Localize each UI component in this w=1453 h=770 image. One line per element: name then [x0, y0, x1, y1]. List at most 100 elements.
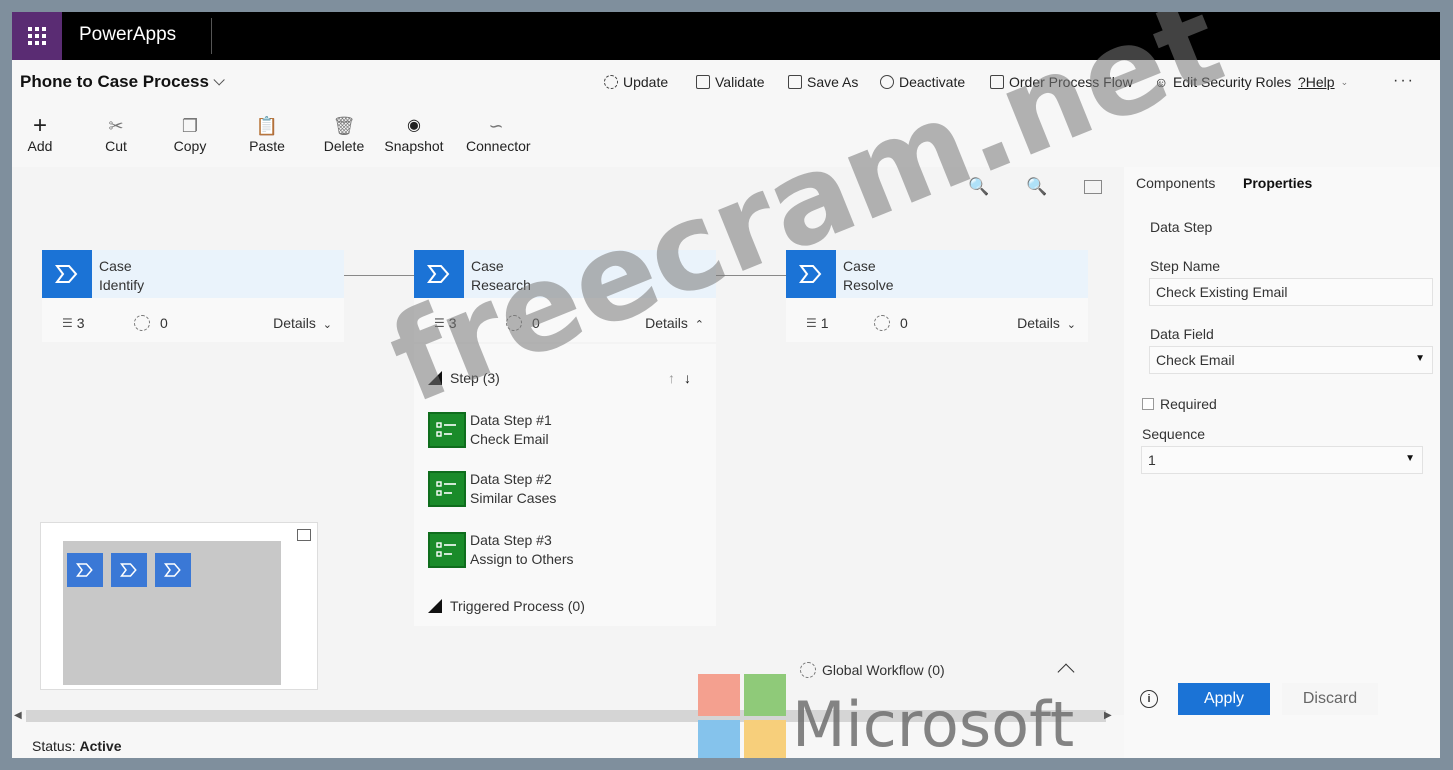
data-field-value: Check Email [1156, 352, 1235, 368]
more-options-icon[interactable]: ··· [1393, 72, 1415, 90]
details-toggle[interactable]: Details ⌄ [273, 315, 332, 331]
data-field-select[interactable]: Check Email ▼ [1149, 346, 1433, 374]
dropdown-arrow-icon: ▼ [1405, 453, 1415, 464]
data-step-2[interactable]: Data Step #2 Similar Cases [428, 469, 698, 513]
validate-label: Validate [715, 74, 765, 90]
order-process-flow-label: Order Process Flow [1009, 74, 1133, 90]
add-button[interactable]: + Add [12, 112, 70, 155]
app-name[interactable]: PowerApps [79, 24, 176, 46]
help-label: ?Help [1298, 74, 1335, 90]
steps-section-header[interactable]: Step (3) [428, 370, 500, 386]
help-button[interactable]: ?Help ⌄ [1298, 74, 1348, 90]
minimap-stage-icon [155, 553, 191, 587]
deactivate-button[interactable]: Deactivate [880, 74, 965, 90]
stage-name-label: Identify [99, 277, 145, 293]
sequence-select[interactable]: 1 ▼ [1141, 446, 1423, 474]
delete-label: Delete [323, 138, 365, 154]
stage-case-identify[interactable]: Case Identify ☰ 3 0 Details ⌄ [42, 250, 344, 342]
trash-icon: 🗑 [332, 116, 356, 136]
copy-button[interactable]: ❐ Copy [160, 116, 220, 154]
stage-case-research[interactable]: Case Research ☰ 3 0 Details ⌃ [414, 250, 716, 342]
top-bar: PowerApps [12, 12, 1440, 60]
chevron-down-icon: ⌄ [322, 319, 332, 331]
expand-minimap-icon[interactable] [297, 529, 311, 541]
camera-icon: ◉ [407, 117, 421, 134]
save-as-button[interactable]: Save As [788, 74, 858, 90]
stage-connector-line [716, 275, 786, 276]
status-label: Status: [32, 738, 76, 754]
condition-count: 0 [506, 315, 540, 331]
scroll-left-icon[interactable]: ◀ [14, 710, 22, 721]
checklist-icon [428, 412, 466, 448]
stage-chevron-icon [786, 250, 836, 298]
clipboard-icon [696, 75, 710, 89]
save-icon [788, 75, 802, 89]
tab-components[interactable]: Components [1136, 175, 1215, 191]
delete-button[interactable]: 🗑 Delete [314, 116, 374, 154]
collapse-triangle-icon [428, 371, 442, 385]
discard-button[interactable]: Discard [1282, 683, 1378, 715]
update-label: Update [623, 74, 669, 90]
details-toggle[interactable]: Details ⌃ [645, 315, 704, 331]
cut-button[interactable]: ✂ Cut [86, 116, 146, 154]
process-title[interactable]: Phone to Case Process [20, 72, 225, 92]
minimap[interactable] [40, 522, 318, 690]
triggered-process-header[interactable]: Triggered Process (0) [428, 598, 585, 614]
microsoft-logo-icon [698, 674, 786, 758]
watermark-brand: Microsoft [792, 688, 1075, 758]
data-step-name: Similar Cases [470, 490, 557, 506]
minimap-viewport[interactable] [63, 541, 281, 685]
zoom-out-icon[interactable]: 🔍 [968, 177, 989, 197]
sequence-value: 1 [1148, 452, 1156, 468]
info-icon[interactable]: i [1140, 690, 1158, 708]
step-name-input[interactable]: Check Existing Email [1149, 278, 1433, 306]
save-as-label: Save As [807, 74, 859, 90]
global-workflow[interactable]: Global Workflow (0) [800, 662, 945, 678]
paste-button[interactable]: 📋 Paste [237, 116, 297, 154]
stage-entity-label: Case [843, 258, 876, 274]
workflow-icon [800, 662, 816, 678]
minimap-stage-icon [67, 553, 103, 587]
stage-chevron-icon [42, 250, 92, 298]
top-divider [211, 18, 212, 54]
status-value: Active [79, 738, 122, 754]
deactivate-label: Deactivate [899, 74, 966, 90]
cut-label: Cut [105, 138, 127, 154]
snapshot-button[interactable]: ◉ Snapshot [384, 116, 444, 154]
step-count: ☰ 1 [806, 315, 829, 331]
move-down-icon[interactable]: ↓ [684, 370, 691, 386]
scroll-right-icon[interactable]: ▶ [1104, 710, 1112, 721]
required-checkbox[interactable] [1142, 398, 1154, 410]
data-step-1[interactable]: Data Step #1 Check Email [428, 410, 698, 454]
status-bar: Status: Active [32, 738, 122, 754]
add-label: Add [27, 138, 53, 154]
connector-icon: ∽ [488, 116, 504, 136]
stage-chevron-icon [414, 250, 464, 298]
stage-entity-label: Case [99, 258, 132, 274]
connector-label: Connector [466, 138, 531, 154]
plus-icon: + [32, 112, 47, 139]
data-step-3[interactable]: Data Step #3 Assign to Others [428, 530, 698, 574]
tab-properties[interactable]: Properties [1243, 175, 1312, 191]
connector-button[interactable]: ∽ Connector [466, 116, 531, 154]
fit-to-screen-icon[interactable] [1084, 180, 1102, 194]
data-field-label: Data Field [1150, 326, 1214, 342]
panel-section-title: Data Step [1150, 219, 1213, 235]
app-launcher-icon[interactable] [12, 12, 62, 60]
scissors-icon: ✂ [108, 116, 124, 136]
update-button[interactable]: Update [604, 74, 668, 90]
paste-label: Paste [249, 138, 285, 154]
app-window: PowerApps Phone to Case Process Update V… [12, 12, 1440, 758]
step-name-label: Step Name [1150, 258, 1221, 274]
edit-security-roles-label: Edit Security Roles [1173, 74, 1292, 90]
zoom-in-icon[interactable]: 🔍 [1026, 177, 1047, 197]
edit-security-roles-button[interactable]: ☺ Edit Security Roles [1154, 74, 1291, 90]
details-toggle[interactable]: Details ⌄ [1017, 315, 1076, 331]
move-up-icon[interactable]: ↑ [668, 370, 675, 386]
apply-button[interactable]: Apply [1178, 683, 1270, 715]
stage-case-resolve[interactable]: Case Resolve ☰ 1 0 Details ⌄ [786, 250, 1088, 342]
step-name-value: Check Existing Email [1156, 284, 1288, 300]
order-process-flow-button[interactable]: Order Process Flow [990, 74, 1133, 90]
process-title-text: Phone to Case Process [20, 72, 209, 91]
validate-button[interactable]: Validate [696, 74, 765, 90]
